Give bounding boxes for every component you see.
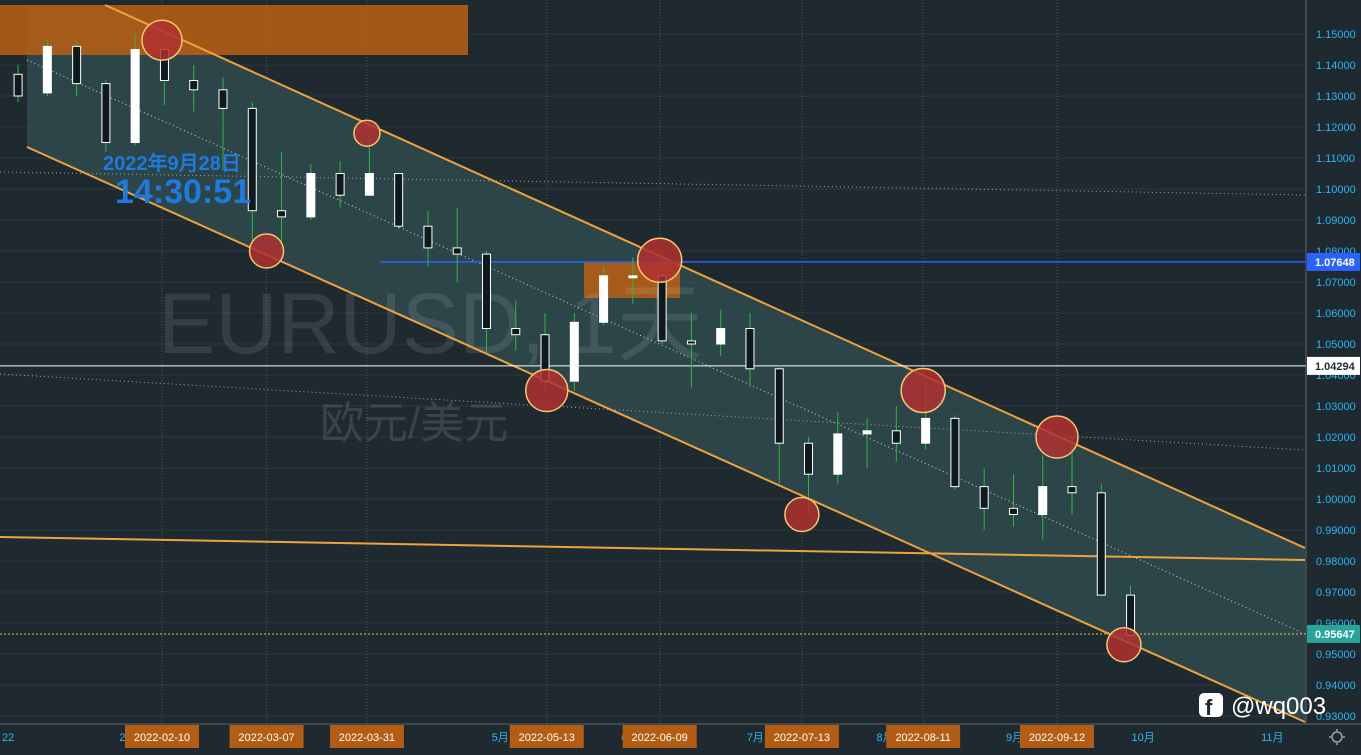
candle-body (950, 417, 960, 488)
candle-body (42, 45, 52, 94)
price-tick-label: 1.06000 (1316, 308, 1356, 320)
candle-body (481, 253, 491, 330)
price-tick-label: 1.11000 (1316, 153, 1355, 165)
candle-body (657, 275, 667, 342)
price-tick-label: 1.02000 (1316, 432, 1356, 444)
candle-body (686, 340, 696, 345)
candle-body (774, 368, 784, 444)
candle-body (1096, 492, 1106, 596)
time-date-label: 2022-03-31 (339, 732, 395, 744)
resistance-zone (0, 5, 468, 55)
candle-body (13, 73, 23, 97)
candle-body (599, 275, 609, 323)
chart-area[interactable]: EURUSD, 1天 欧元/美元 2022年9月28日 14:30:51 1.1… (0, 0, 1361, 750)
candle-body (423, 225, 433, 249)
social-badge: f @wq003 (1199, 693, 1326, 720)
candle-body (72, 45, 82, 85)
price-tick-label: 0.94000 (1316, 680, 1356, 692)
pivot-circle (636, 237, 683, 284)
pivot-circle (900, 367, 946, 414)
candle-body (189, 80, 199, 91)
candle-body (804, 442, 814, 475)
time-date-label: 2022-06-09 (632, 732, 688, 744)
candle-body (101, 83, 111, 143)
facebook-icon-glyph: f (1205, 695, 1213, 720)
candle-body (130, 49, 140, 143)
price-tick-label: 1.05000 (1316, 339, 1356, 351)
pivot-circle (353, 119, 381, 147)
pivot-circle (525, 368, 569, 413)
candle-body (1038, 486, 1048, 516)
candle-body (628, 275, 638, 279)
price-tick-label: 1.13000 (1316, 91, 1356, 103)
clock-date: 2022年9月28日 (103, 151, 241, 175)
price-tick-label: 0.99000 (1316, 525, 1356, 537)
price-tick-label: 0.98000 (1316, 556, 1356, 568)
candle-body (921, 417, 931, 444)
candle-body (306, 173, 316, 218)
time-date-label: 2022-08-11 (895, 732, 950, 744)
candle-body (364, 173, 374, 196)
price-tick-label: 0.97000 (1316, 587, 1356, 599)
time-date-label: 2022-05-13 (519, 732, 575, 744)
candle-body (833, 433, 843, 475)
candle-body (979, 486, 989, 509)
price-tick-label: 1.10000 (1316, 184, 1356, 196)
time-axis-labels: 222月5月6月7月8月9月10月11月2022-02-102022-03-07… (2, 725, 1284, 748)
time-month-label: 10月 (1131, 732, 1154, 744)
price-tick-label: 1.00000 (1316, 494, 1356, 506)
candle-body (511, 328, 521, 336)
candle-body (1008, 507, 1018, 515)
clock-time: 14:30:51 (115, 173, 251, 211)
pivot-circle (248, 233, 285, 269)
pivot-circle (784, 496, 820, 533)
pivot-circle (1035, 415, 1079, 459)
price-tick-label: 1.07000 (1316, 277, 1356, 289)
price-tick-label: 1.15000 (1316, 29, 1356, 41)
time-date-label: 2022-07-13 (774, 732, 830, 744)
candle-body (335, 173, 345, 196)
time-start-label: 22 (2, 732, 14, 744)
time-date-label: 2022-03-07 (238, 732, 294, 744)
price-tick-label: 1.12000 (1316, 122, 1356, 134)
price-tick-label: 1.03000 (1316, 401, 1356, 413)
time-date-label: 2022-09-12 (1029, 732, 1085, 744)
candle-body (745, 328, 755, 370)
watermark-subtitle: 欧元/美元 (320, 399, 508, 448)
candle-body (862, 430, 872, 435)
candle-body (1067, 486, 1077, 494)
price-marker-label: 0.95647 (1315, 629, 1355, 641)
price-tick-label: 1.14000 (1316, 60, 1356, 72)
candle-body (394, 173, 404, 227)
price-tick-label: 1.09000 (1316, 215, 1356, 227)
social-handle: @wq003 (1231, 693, 1326, 720)
time-month-label: 11月 (1261, 732, 1283, 744)
price-marker-label: 1.04294 (1315, 361, 1356, 373)
time-date-label: 2022-02-10 (134, 732, 190, 744)
watermark-symbol: EURUSD, 1天 (158, 276, 703, 372)
candle-body (569, 321, 579, 382)
time-month-label: 7月 (747, 732, 764, 744)
price-chart[interactable]: EURUSD, 1天 欧元/美元 2022年9月28日 14:30:51 1.1… (0, 0, 1361, 750)
price-axis-ticks: 1.15000 1.14000 1.13000 1.12000 1.11000 1.100… (1316, 29, 1356, 723)
price-marker-label: 1.07648 (1315, 257, 1355, 269)
time-month-label: 5月 (492, 732, 509, 744)
pivot-circle (1106, 626, 1142, 663)
candle-body (277, 210, 287, 218)
candle-body (452, 247, 462, 255)
price-tick-label: 1.01000 (1316, 463, 1356, 475)
candle-body (218, 89, 228, 109)
price-tick-label: 0.95000 (1316, 649, 1356, 661)
candle-body (716, 328, 726, 345)
pivot-circle (141, 19, 183, 61)
candle-body (891, 430, 901, 444)
